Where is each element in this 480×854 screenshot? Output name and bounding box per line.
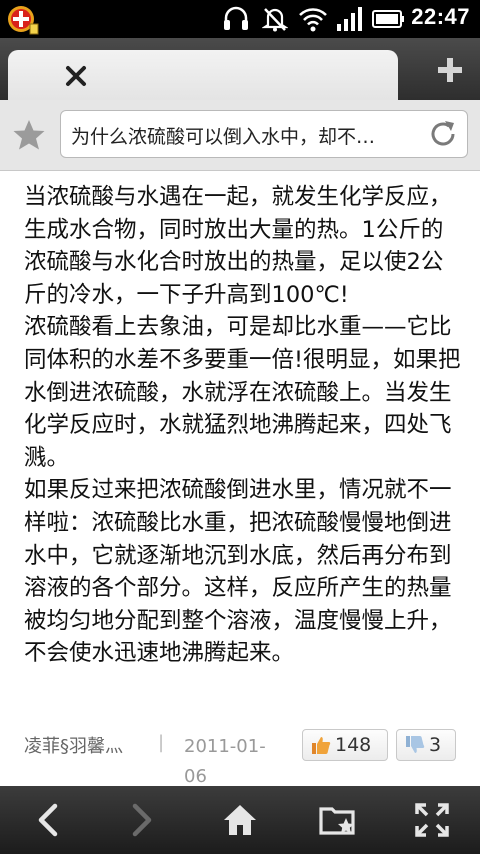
- app-badge-icon: [8, 6, 39, 35]
- wifi-icon: [299, 8, 327, 32]
- tab-bar: [0, 38, 480, 100]
- mute-icon: [262, 8, 288, 32]
- dislike-button[interactable]: 3: [396, 729, 456, 761]
- url-field[interactable]: 为什么浓硫酸可以倒入水中，却不…: [60, 110, 468, 158]
- forward-icon: [132, 803, 152, 837]
- star-icon[interactable]: [12, 118, 46, 152]
- address-bar: 为什么浓硫酸可以倒入水中，却不…: [0, 100, 480, 171]
- fullscreen-icon: [415, 803, 449, 837]
- new-tab-button[interactable]: [430, 50, 470, 90]
- thumbs-down-icon: [406, 736, 425, 753]
- thumbs-up-icon: [312, 737, 331, 754]
- back-icon: [38, 803, 58, 837]
- page-content[interactable]: 当浓硫酸与水遇在一起，就发生化学反应，生成水合物，同时放出大量的热。1公斤的浓硫…: [0, 171, 480, 786]
- status-bar: 22:47: [0, 0, 480, 38]
- battery-icon: [372, 10, 404, 28]
- close-tab-button[interactable]: [56, 56, 96, 96]
- reload-icon[interactable]: [427, 118, 459, 150]
- answer-text: 当浓硫酸与水遇在一起，就发生化学反应，生成水合物，同时放出大量的热。1公斤的浓硫…: [24, 184, 461, 667]
- bookmarks-folder-icon: [319, 807, 355, 835]
- close-icon: [66, 66, 86, 86]
- answer-meta: 凌菲§羽馨灬 | 2011-01-06 148 3: [24, 729, 464, 786]
- like-count: 148: [335, 734, 372, 756]
- home-button[interactable]: [218, 800, 262, 840]
- back-button[interactable]: [26, 800, 70, 840]
- home-icon: [224, 805, 256, 835]
- fullscreen-button[interactable]: [410, 800, 454, 840]
- bottom-toolbar: [0, 786, 480, 854]
- clock: 22:47: [411, 4, 470, 29]
- meta-separator: |: [158, 732, 165, 753]
- plus-icon: [438, 58, 462, 82]
- page-title-text[interactable]: 为什么浓硫酸可以倒入水中，却不…: [71, 122, 411, 149]
- author-name[interactable]: 凌菲§羽馨灬: [24, 732, 123, 758]
- dislike-count: 3: [429, 734, 442, 756]
- headset-icon: [224, 6, 248, 30]
- answer-date: 2011-01-06: [184, 736, 266, 786]
- forward-button[interactable]: [120, 800, 164, 840]
- signal-icon: [337, 7, 362, 31]
- like-button[interactable]: 148: [302, 729, 388, 761]
- bookmarks-button[interactable]: [316, 800, 360, 840]
- active-tab[interactable]: [8, 50, 398, 100]
